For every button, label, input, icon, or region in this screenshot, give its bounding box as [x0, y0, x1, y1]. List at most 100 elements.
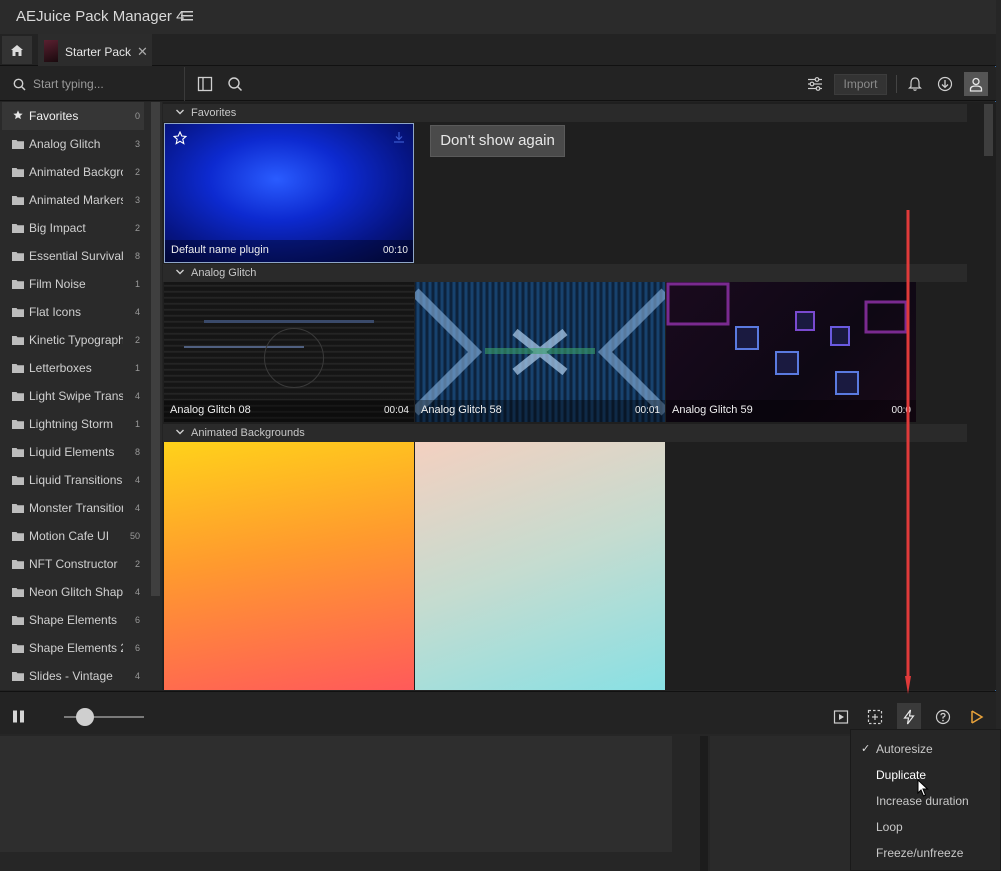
sidebar-item-monster-transitions[interactable]: Monster Transitions 4 [2, 494, 144, 522]
glitch-line [204, 320, 374, 323]
asset-card-analog-glitch-59[interactable]: Analog Glitch 59 00:0 [666, 282, 916, 422]
sidebar-item-shape-elements-2[interactable]: Shape Elements 2 6 [2, 634, 144, 662]
folder-icon [12, 280, 24, 289]
ae-play-icon[interactable] [969, 709, 985, 725]
background-divider [700, 736, 708, 871]
sidebar-item-shape-elements[interactable]: Shape Elements 6 [2, 606, 144, 634]
tab-label: Starter Pack [65, 45, 132, 59]
size-slider-thumb[interactable] [76, 708, 94, 726]
section-title: Analog Glitch [191, 267, 257, 279]
sidebar-item-label: Kinetic Typography [29, 333, 123, 347]
section-header-favorites[interactable]: Favorites [163, 104, 967, 122]
sidebar-item-count: 2 [134, 167, 140, 177]
asset-duration: 00:10 [382, 245, 408, 256]
sidebar-item-kinetic-typography[interactable]: Kinetic Typography 2 [2, 326, 144, 354]
folder-icon [12, 476, 24, 485]
menu-item-autoresize[interactable]: ✓ Autoresize [851, 736, 1001, 762]
sidebar-item-neon-glitch-shapes[interactable]: Neon Glitch Shapes 4 [2, 578, 144, 606]
menu-item-loop[interactable]: Loop [851, 814, 1001, 840]
asset-duration: 00:01 [634, 405, 660, 416]
sidebar-item-nft-constructor[interactable]: NFT Constructor 2 [2, 550, 144, 578]
sidebar-item-label: Lightning Storm [29, 417, 114, 431]
pause-icon[interactable] [12, 710, 26, 723]
asset-name: Analog Glitch 58 [421, 404, 502, 416]
lightning-dropdown-menu: ✓ Autoresize Duplicate Increase duration… [850, 729, 1001, 871]
download-small-icon[interactable] [393, 131, 405, 143]
content-scrollbar[interactable] [984, 104, 993, 156]
sidebar-toggle-icon[interactable] [197, 76, 213, 92]
sidebar-item-liquid-elements[interactable]: Liquid Elements 8 [2, 438, 144, 466]
sidebar-item-count: 1 [134, 363, 140, 373]
sidebar-item-count: 4 [134, 587, 140, 597]
sidebar-item-label: Analog Glitch [29, 137, 101, 151]
sidebar-item-count: 2 [134, 559, 140, 569]
folder-icon [12, 448, 24, 457]
section-header-analog-glitch[interactable]: Analog Glitch [163, 264, 967, 282]
preview-icon[interactable] [833, 709, 849, 725]
sidebar-item-favorites[interactable]: Favorites 0 [2, 102, 144, 130]
sidebar-item-essential-survival[interactable]: Essential Survival 8 [2, 242, 144, 270]
dont-show-again-button[interactable]: Don't show again [430, 125, 565, 157]
sidebar-item-analog-glitch[interactable]: Analog Glitch 3 [2, 130, 144, 158]
tab-starter-pack[interactable]: Starter Pack ✕ [38, 34, 152, 66]
star-outline-icon[interactable] [173, 131, 187, 145]
help-icon[interactable] [935, 709, 951, 725]
select-area-icon[interactable] [867, 709, 883, 725]
sidebar-item-label: NFT Constructor [29, 557, 118, 571]
sidebar-item-flat-icons[interactable]: Flat Icons 4 [2, 298, 144, 326]
search-icon [13, 78, 26, 91]
menu-item-freeze-unfreeze[interactable]: Freeze/unfreeze [851, 840, 1001, 866]
import-button[interactable]: Import [834, 74, 887, 95]
filter-settings-icon[interactable] [807, 76, 823, 92]
sidebar-item-count: 4 [134, 391, 140, 401]
sidebar-item-slides-vintage[interactable]: Slides - Vintage 4 [2, 662, 144, 690]
sidebar-item-label: Light Swipe Transitions [29, 389, 123, 403]
asset-name: Analog Glitch 59 [672, 404, 753, 416]
folder-icon [12, 560, 24, 569]
folder-icon [12, 504, 24, 513]
sidebar-item-liquid-transitions[interactable]: Liquid Transitions 4 [2, 466, 144, 494]
sidebar-item-label: Shape Elements [29, 613, 118, 627]
sidebar-scrollbar[interactable] [151, 102, 160, 596]
lightning-icon[interactable] [901, 709, 917, 725]
user-account-button[interactable] [964, 72, 988, 96]
star-icon [13, 110, 23, 120]
glitch-circle [264, 328, 324, 388]
asset-card-analog-glitch-08[interactable]: Analog Glitch 08 00:04 [164, 282, 414, 422]
sidebar-item-label: Animated Backgrounds [29, 165, 123, 179]
bell-icon[interactable] [907, 76, 923, 92]
sidebar-item-light-swipe-transitions[interactable]: Light Swipe Transitions 4 [2, 382, 144, 410]
sidebar-item-label: Motion Cafe UI [29, 529, 110, 543]
asset-card-animated-background-2[interactable] [415, 442, 665, 690]
home-button[interactable] [2, 36, 32, 64]
asset-card-default-name-plugin[interactable]: Default name plugin 00:10 [164, 123, 414, 263]
download-icon[interactable] [937, 76, 953, 92]
sidebar-item-motion-cafe-ui[interactable]: Motion Cafe UI 50 [2, 522, 144, 550]
asset-grid: Favorites Default name plugin 00:10 Don'… [163, 102, 996, 690]
sidebar-item-count: 8 [134, 447, 140, 457]
section-header-animated-backgrounds[interactable]: Animated Backgrounds [163, 424, 967, 442]
folder-icon [12, 196, 24, 205]
user-icon [969, 77, 983, 92]
menu-item-label: Freeze/unfreeze [876, 846, 964, 860]
sidebar-item-film-noise[interactable]: Film Noise 1 [2, 270, 144, 298]
sidebar-item-count: 4 [134, 671, 140, 681]
sidebar-item-letterboxes[interactable]: Letterboxes 1 [2, 354, 144, 382]
sidebar-item-lightning-storm[interactable]: Lightning Storm 1 [2, 410, 144, 438]
sidebar-item-label: Big Impact [29, 221, 86, 235]
asset-card-animated-background-1[interactable] [164, 442, 414, 690]
folder-icon [12, 140, 24, 149]
sidebar-item-label: Essential Survival [29, 249, 123, 263]
tab-close-icon[interactable]: ✕ [137, 44, 148, 60]
playback-footer [0, 691, 996, 734]
sidebar-item-animated-markers[interactable]: Animated Markers 3 [2, 186, 144, 214]
search-input[interactable] [33, 75, 178, 93]
sidebar-item-animated-backgrounds[interactable]: Animated Backgrounds 2 [2, 158, 144, 186]
asset-card-analog-glitch-58[interactable]: Analog Glitch 58 00:01 [415, 282, 665, 422]
folder-icon [12, 392, 24, 401]
app-window: AEJuice Pack Manager 4 Starter Pack ✕ St… [0, 0, 996, 734]
folder-icon [12, 336, 24, 345]
search-toggle-icon[interactable] [227, 76, 243, 92]
sidebar-item-big-impact[interactable]: Big Impact 2 [2, 214, 144, 242]
hamburger-menu-icon[interactable] [180, 10, 194, 22]
